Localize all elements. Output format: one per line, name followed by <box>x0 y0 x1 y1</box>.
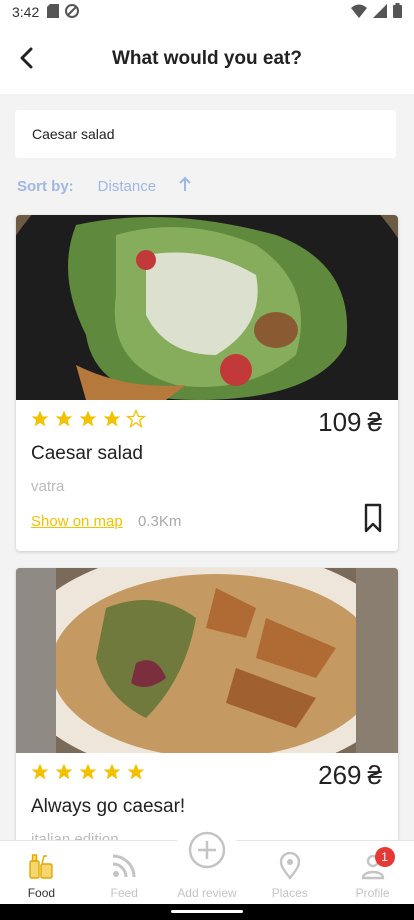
search-input[interactable]: Caesar salad <box>15 110 396 158</box>
dish-name: Always go caesar! <box>31 796 186 817</box>
nav-food-label: Food <box>27 886 56 900</box>
currency-symbol: ₴ <box>367 407 382 437</box>
sd-card-icon <box>47 3 60 21</box>
bookmark-icon[interactable] <box>363 503 383 533</box>
dish-name: Caesar salad <box>31 443 143 464</box>
nav-add-review[interactable]: Add review <box>166 819 249 904</box>
food-card[interactable]: 109 ₴ Caesar salad vatra Show on map 0.3… <box>16 215 398 551</box>
back-button[interactable] <box>10 42 42 74</box>
sort-dropdown[interactable]: Distance <box>98 178 156 195</box>
nav-profile-label: Profile <box>355 886 390 900</box>
star-filled-icon <box>31 410 49 427</box>
nav-profile[interactable]: 1 Profile <box>331 841 414 904</box>
nav-food[interactable]: Food <box>0 841 83 904</box>
star-outline-icon <box>126 409 146 429</box>
star-filled-icon <box>103 410 121 427</box>
bottom-nav: Food Feed Add review Places 1 Profile <box>0 819 414 904</box>
battery-icon <box>393 3 402 21</box>
nav-places-label: Places <box>271 886 308 900</box>
star-filled-icon <box>55 763 73 780</box>
rss-feed-icon <box>113 854 136 878</box>
price-value: 269 <box>318 760 362 790</box>
food-photo <box>16 568 398 753</box>
notification-badge: 1 <box>374 847 395 867</box>
no-disturb-icon <box>65 3 80 21</box>
star-filled-icon <box>55 410 73 427</box>
food-photo <box>16 215 398 400</box>
sort-label: Sort by: <box>17 177 74 195</box>
star-filled-icon <box>31 763 49 780</box>
rating-stars <box>30 762 146 782</box>
food-card[interactable]: 269 ₴ Always go caesar! italian edition <box>16 568 398 858</box>
nav-feed[interactable]: Feed <box>83 841 166 904</box>
page-title: What would you eat? <box>112 48 302 69</box>
wifi-icon <box>351 4 367 21</box>
distance-label: 0.3Km <box>138 513 182 530</box>
nav-feed-label: Feed <box>110 886 138 900</box>
star-filled-icon <box>79 410 97 427</box>
signal-icon <box>373 3 387 21</box>
plus-circle-icon <box>188 831 226 869</box>
price: 269 ₴ <box>318 760 382 791</box>
nav-places[interactable]: Places <box>248 841 331 904</box>
nav-add-review-label: Add review <box>177 886 237 900</box>
price: 109 ₴ <box>318 407 382 438</box>
status-time: 3:42 <box>12 4 40 20</box>
star-filled-icon <box>79 763 97 780</box>
chevron-left-icon <box>20 47 33 69</box>
add-review-circle <box>175 819 238 881</box>
food-drink-icon <box>29 854 54 879</box>
price-value: 109 <box>318 407 362 437</box>
system-gesture-bar <box>0 904 414 920</box>
arrow-up-icon <box>179 176 191 191</box>
show-on-map-link[interactable]: Show on map <box>31 513 123 530</box>
rating-stars <box>30 409 146 429</box>
location-pin-icon <box>279 852 300 880</box>
star-filled-icon <box>127 763 145 780</box>
sort-row: Sort by: Distance <box>17 176 192 196</box>
app-header: What would you eat? <box>0 24 414 94</box>
home-indicator[interactable] <box>171 910 243 913</box>
currency-symbol: ₴ <box>367 760 382 790</box>
sort-direction-button[interactable] <box>178 176 192 196</box>
status-bar: 3:42 <box>0 0 414 24</box>
place-name: vatra <box>31 478 65 495</box>
star-filled-icon <box>103 763 121 780</box>
